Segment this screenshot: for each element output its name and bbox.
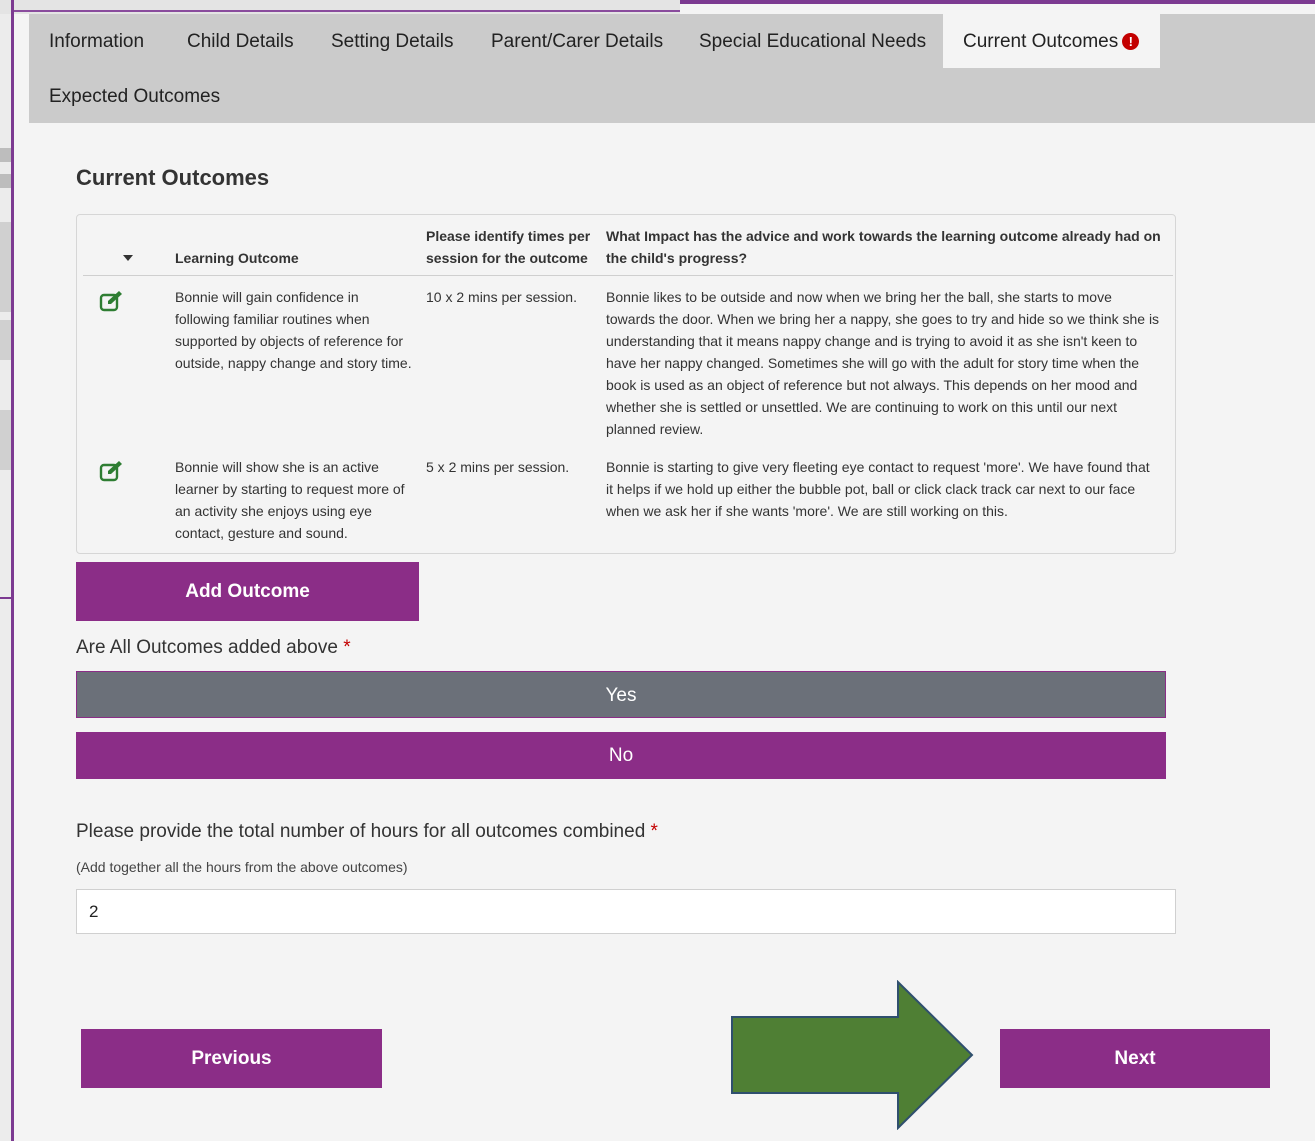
tab-label: Current Outcomes: [963, 31, 1119, 52]
question-text: Are All Outcomes added above: [76, 637, 338, 658]
impact-cell: Bonnie is starting to give very fleeting…: [606, 456, 1176, 522]
column-header-impact: What Impact has the advice and work towa…: [606, 225, 1161, 269]
impact-cell: Bonnie likes to be outside and now when …: [606, 286, 1176, 440]
tab-current-outcomes[interactable]: Current Outcomes!: [943, 14, 1160, 68]
tab-label: Expected Outcomes: [49, 86, 221, 107]
question-text: Please provide the total number of hours…: [76, 821, 646, 842]
cell-line: whether she is settled or unsettled. We …: [606, 399, 1118, 415]
cell-line: contact, gesture and sound.: [175, 525, 348, 541]
cell-line: following familiar routines when: [175, 311, 370, 327]
header-divider: [83, 275, 1173, 276]
cell-line: an activity she enjoys using eye: [175, 503, 372, 519]
column-header-learning-outcome: Learning Outcome: [175, 250, 299, 266]
cell-line: have her nappy changed. Sometimes she wi…: [606, 355, 1140, 371]
tab-label: Parent/Carer Details: [491, 31, 664, 52]
cell-line: outside, nappy change and story time.: [175, 355, 412, 371]
no-option[interactable]: No: [76, 732, 1166, 779]
header-line: the child's progress?: [606, 250, 748, 266]
times-cell: 10 x 2 mins per session.: [426, 289, 577, 305]
header-line: Please identify times per: [426, 228, 591, 244]
tab-child-details[interactable]: Child Details: [167, 14, 314, 68]
header-line: session for the outcome: [426, 250, 588, 266]
outcome-cell: Bonnie will gain confidence in following…: [175, 286, 425, 374]
tab-bar: Information Child Details Setting Detail…: [29, 14, 1315, 123]
previous-button[interactable]: Previous: [81, 1029, 382, 1088]
cell-line: when we ask her if she wants 'more'. We …: [606, 503, 1008, 519]
hours-hint: (Add together all the hours from the abo…: [76, 859, 408, 875]
cell-line: Bonnie will show she is an active: [175, 459, 379, 475]
arrow-right-icon: [731, 980, 974, 1130]
tab-setting-details[interactable]: Setting Details: [311, 14, 474, 68]
cell-line: Bonnie will gain confidence in: [175, 289, 359, 305]
tab-label: Information: [49, 31, 145, 52]
cell-line: Bonnie likes to be outside and now when …: [606, 289, 1112, 305]
times-cell: 5 x 2 mins per session.: [426, 459, 570, 475]
cell-line: Bonnie is starting to give very fleeting…: [606, 459, 1150, 475]
outcome-cell: Bonnie will show she is an active learne…: [175, 456, 425, 544]
alert-icon: !: [1122, 33, 1140, 50]
cell-line: planned review.: [606, 421, 704, 437]
sort-caret-icon[interactable]: [123, 255, 133, 261]
required-marker: *: [343, 637, 351, 658]
total-hours-input[interactable]: [76, 889, 1176, 934]
header-line: What Impact has the advice and work towa…: [606, 228, 1161, 244]
window-border: [14, 10, 680, 12]
tab-label: Child Details: [187, 31, 294, 52]
tab-label: Special Educational Needs: [699, 31, 927, 52]
section-title: Current Outcomes: [76, 165, 270, 190]
tab-information[interactable]: Information: [29, 14, 164, 68]
required-marker: *: [650, 821, 658, 842]
outcomes-table: Learning Outcome Please identify times p…: [76, 214, 1176, 554]
all-outcomes-question: Are All Outcomes added above *: [76, 637, 351, 659]
window-border: [680, 0, 1315, 4]
tab-parent-carer-details[interactable]: Parent/Carer Details: [471, 14, 683, 68]
cell-line: learner by starting to request more of: [175, 481, 405, 497]
cell-line: towards the door. When we bring her a na…: [606, 311, 1160, 327]
tab-label: Setting Details: [331, 31, 454, 52]
window-border: [11, 0, 14, 1141]
column-header-times: Please identify times per session for th…: [426, 225, 590, 269]
cell-line: it helps if we hold up either the bubble…: [606, 481, 1136, 497]
tab-expected-outcomes[interactable]: Expected Outcomes: [29, 69, 240, 123]
cell-line: understanding that it means nappy change…: [606, 333, 1138, 349]
tab-special-educational-needs[interactable]: Special Educational Needs: [679, 14, 946, 68]
next-button[interactable]: Next: [1000, 1029, 1270, 1088]
window-border: [0, 597, 14, 599]
edit-icon[interactable]: [99, 290, 125, 312]
cell-line: book is used as an object of reference b…: [606, 377, 1138, 393]
hours-question: Please provide the total number of hours…: [76, 821, 658, 843]
yes-option[interactable]: Yes: [76, 671, 1166, 718]
add-outcome-button[interactable]: Add Outcome: [76, 562, 419, 621]
edit-icon[interactable]: [99, 460, 125, 482]
cell-line: supported by objects of reference for: [175, 333, 404, 349]
